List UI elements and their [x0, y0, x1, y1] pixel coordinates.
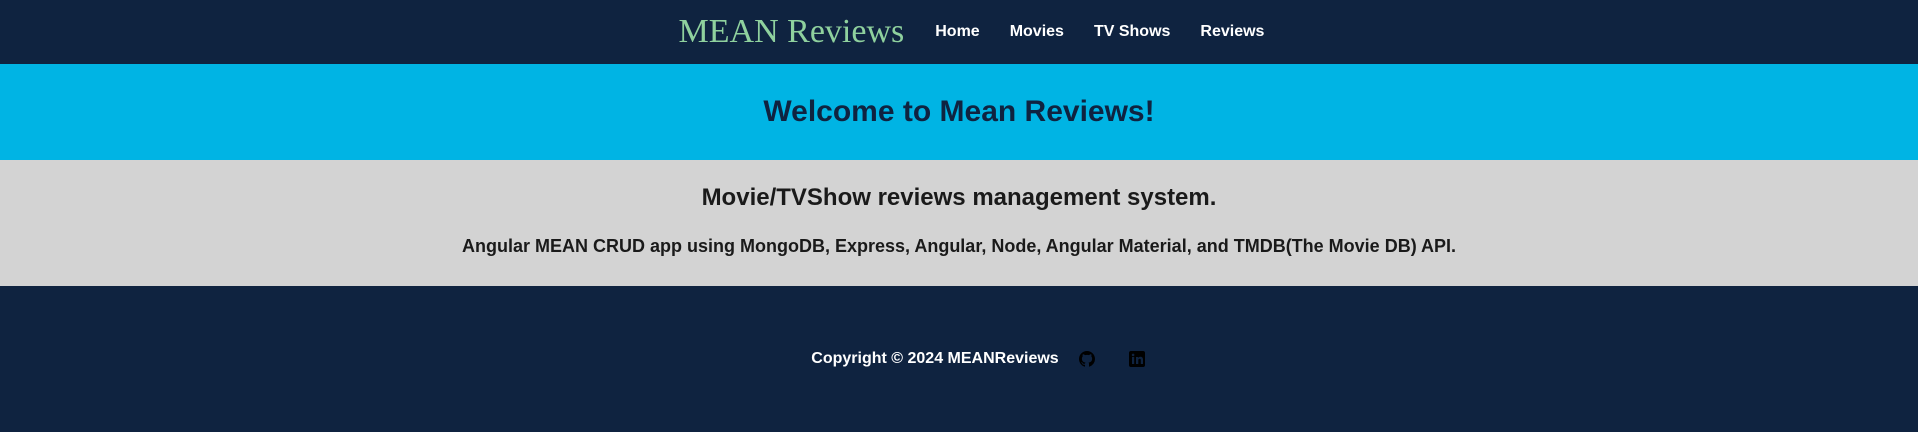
- about-description: Angular MEAN CRUD app using MongoDB, Exp…: [461, 236, 1457, 256]
- copyright-text: Copyright © 2024 MEANReviews: [811, 350, 1059, 367]
- hero-banner: Welcome to Mean Reviews!: [0, 64, 1918, 160]
- about-section: Movie/TVShow reviews management system. …: [0, 160, 1918, 286]
- nav-link-tv-shows[interactable]: TV Shows: [1094, 23, 1170, 41]
- footer: Copyright © 2024 MEANReviews: [0, 286, 1918, 432]
- brand-logo[interactable]: MEAN Reviews: [679, 15, 905, 49]
- linkedin-icon[interactable]: [1127, 349, 1147, 369]
- about-heading: Movie/TVShow reviews management system.: [701, 184, 1217, 211]
- nav-link-home[interactable]: Home: [935, 23, 979, 41]
- github-icon[interactable]: [1077, 349, 1097, 369]
- navbar: MEAN Reviews Home Movies TV Shows Review…: [0, 0, 1918, 64]
- nav-link-movies[interactable]: Movies: [1010, 23, 1064, 41]
- nav-link-reviews[interactable]: Reviews: [1200, 23, 1264, 41]
- hero-title: Welcome to Mean Reviews!: [763, 95, 1155, 128]
